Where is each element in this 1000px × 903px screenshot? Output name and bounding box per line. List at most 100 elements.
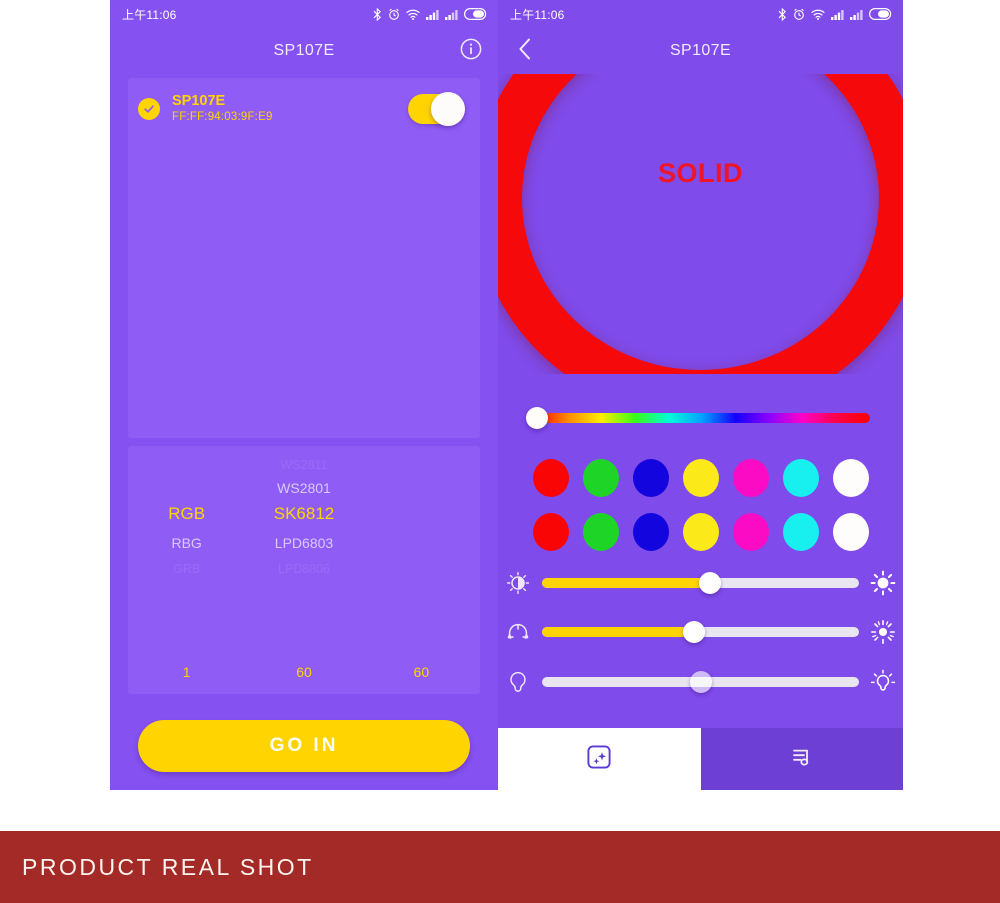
info-circle-icon[interactable] [460,38,482,65]
right-app-bar: SP107E [498,28,903,74]
alarm-icon [388,8,400,21]
speed-slider-track[interactable] [542,621,859,643]
picker-column-chip[interactable]: WS2811 WS2801 SK6812 LPD6803 LPD8806 [245,450,362,600]
warmth-slider[interactable] [498,667,903,697]
toggle-knob [431,92,465,126]
warmth-slider-track[interactable] [542,671,859,693]
color-swatch[interactable] [832,459,869,497]
page-title: SP107E [273,42,335,59]
color-swatch[interactable] [732,513,769,551]
signal-icon [426,9,439,20]
effect-mode-label: SOLID [657,158,743,188]
wifi-icon [811,9,825,20]
signal-icon [850,9,863,20]
device-text-block: SP107E FF:FF:94:03:9F:E9 [172,93,408,125]
picker-option[interactable]: GRB [128,560,245,578]
color-swatch[interactable] [782,459,819,497]
color-swatch[interactable] [632,513,669,551]
left-status-bar: 上午11:06 [110,0,498,28]
right-status-bar: 上午11:06 [498,0,903,28]
page-title: SP107E [669,42,732,59]
bulb-outline-icon [498,670,538,694]
left-phone-screen: 上午11:06 SP107E SP107E FF:FF:94:03:9F:E9 … [110,0,498,790]
alarm-icon [793,8,805,21]
picker-number-row: 1 60 60 [128,664,480,680]
back-button[interactable] [498,38,552,65]
picker-option[interactable]: LPD6803 [245,534,362,552]
status-icon-group [373,7,488,21]
hue-slider[interactable] [526,407,870,429]
sparkle-sun-icon [863,619,903,645]
picker-column-blank[interactable] [363,450,480,600]
color-swatch[interactable] [582,513,619,551]
speed-dial-icon [498,620,538,644]
signal-icon [445,9,458,20]
sparkle-square-icon [585,743,613,776]
right-phone-screen: 上午11:06 SP107E SOLID [498,0,903,790]
status-time: 上午11:06 [510,7,565,22]
status-icon-group [778,7,893,21]
banner-text: PRODUCT REAL SHOT [22,853,314,880]
picker-number[interactable]: 60 [363,664,480,680]
color-swatch[interactable] [682,513,719,551]
brightness-slider-fill [542,578,710,588]
swatch-row-secondary [498,513,903,551]
effect-color-ring [498,74,903,374]
device-mac-address: FF:FF:94:03:9F:E9 [172,111,273,123]
picker-option[interactable]: WS2801 [245,479,362,497]
bottom-tab-bar [498,728,903,790]
bulb-glow-icon [863,669,903,695]
picker-option-selected[interactable]: SK6812 [245,505,362,523]
bluetooth-icon [373,7,382,21]
picker-option[interactable]: WS2811 [245,456,362,474]
hue-slider-thumb[interactable] [526,407,548,429]
device-list-card: SP107E FF:FF:94:03:9F:E9 [128,78,480,438]
battery-icon [464,8,488,20]
music-note-icon [788,743,816,776]
color-swatch[interactable] [582,459,619,497]
device-power-toggle[interactable] [408,92,465,126]
color-swatch[interactable] [532,513,569,551]
speed-slider-fill [542,627,695,637]
effect-preview-area: SOLID [498,74,903,374]
speed-slider-thumb[interactable] [683,621,706,643]
signal-icon [831,9,844,20]
picker-option-selected[interactable]: RGB [128,505,245,523]
list-item[interactable]: SP107E FF:FF:94:03:9F:E9 [128,78,480,140]
brightness-slider-thumb[interactable] [699,572,721,594]
wifi-icon [406,9,420,20]
picker-number[interactable]: 1 [128,664,245,680]
color-swatch[interactable] [532,459,569,497]
picker-columns: RGB RBG GRB WS2811 WS2801 SK6812 LPD6803… [128,450,480,600]
color-swatch[interactable] [632,459,669,497]
warmth-slider-thumb[interactable] [689,671,712,693]
picker-option[interactable]: LPD8806 [245,560,362,578]
footer-banner: PRODUCT REAL SHOT [0,831,1000,903]
hue-slider-track[interactable] [534,413,870,423]
picker-column-order[interactable]: RGB RBG GRB [128,450,245,600]
speed-slider[interactable] [498,617,903,647]
battery-icon [869,8,893,20]
tab-music[interactable] [700,728,903,790]
color-swatch[interactable] [782,513,819,551]
picker-number[interactable]: 60 [245,664,362,680]
color-swatch[interactable] [732,459,769,497]
device-name: SP107E [172,93,226,109]
go-in-button[interactable]: GO IN [138,720,470,772]
brightness-slider-track[interactable] [542,572,859,594]
color-swatch[interactable] [682,459,719,497]
picker-option[interactable]: RBG [128,534,245,552]
left-app-bar: SP107E [110,28,498,74]
check-circle-icon[interactable] [138,98,160,120]
sun-icon [863,570,903,596]
protocol-picker-card: RGB RBG GRB WS2811 WS2801 SK6812 LPD6803… [128,446,480,694]
swatch-row-primary [498,459,903,497]
chevron-left-icon[interactable] [518,38,532,65]
brightness-slider[interactable] [498,568,903,598]
phone-screenshots-row: 上午11:06 SP107E SP107E FF:FF:94:03:9F:E9 … [110,0,903,790]
contrast-icon [498,571,538,595]
bluetooth-icon [778,7,787,21]
info-button[interactable] [460,28,482,74]
color-swatch[interactable] [832,513,869,551]
tab-effects[interactable] [498,728,701,790]
